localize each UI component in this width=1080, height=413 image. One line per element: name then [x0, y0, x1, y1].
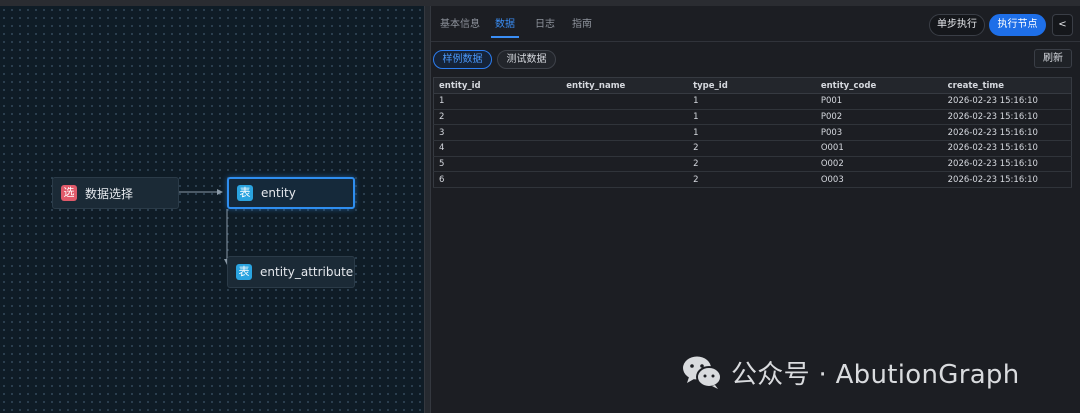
table-cell — [561, 171, 689, 189]
node-label: entity_attribute — [260, 265, 354, 279]
table-row[interactable]: 4 2 O001 2026-02-23 15:16:10 — [433, 140, 1072, 157]
refresh-button[interactable]: 刷新 — [1034, 49, 1072, 68]
table-cell: 3 — [433, 124, 562, 142]
table-row[interactable]: 1 1 P001 2026-02-23 15:16:10 — [433, 93, 1072, 110]
table-icon: 表 — [237, 185, 253, 201]
table-cell: 2026-02-23 15:16:10 — [942, 171, 1072, 189]
table-cell — [561, 140, 689, 157]
table-cell: P001 — [815, 93, 943, 110]
tab-basic-info[interactable]: 基本信息 — [440, 16, 480, 34]
table-cell — [561, 124, 689, 142]
table-cell: O001 — [815, 140, 943, 157]
collapse-button[interactable]: < — [1052, 14, 1073, 36]
node-data-select[interactable]: 选 数据选择 — [52, 177, 179, 209]
node-entity-attribute[interactable]: 表 entity_attribute — [227, 256, 355, 288]
column-header[interactable]: entity_code — [815, 77, 943, 94]
data-table: entity_id entity_name type_id entity_cod… — [433, 77, 1072, 189]
panel-tabs: 基本信息 数据 日志 指南 单步执行 执行节点 < — [431, 6, 1080, 42]
table-cell: 1 — [688, 93, 816, 110]
table-cell: 2026-02-23 15:16:10 — [942, 93, 1072, 110]
detail-panel: 基本信息 数据 日志 指南 单步执行 执行节点 < 样例数据 测试数据 刷新 e… — [431, 6, 1080, 413]
table-cell: 1 — [433, 93, 562, 110]
node-label: entity — [261, 186, 296, 200]
watermark-text: 公众号 · AbutionGraph — [731, 359, 1020, 390]
run-node-button[interactable]: 执行节点 — [989, 14, 1046, 36]
subtab-test-data[interactable]: 测试数据 — [497, 50, 556, 69]
table-cell: P002 — [815, 109, 943, 126]
flow-edges — [173, 189, 230, 265]
select-icon: 选 — [61, 185, 77, 201]
table-cell: P003 — [815, 124, 943, 142]
table-cell: O002 — [815, 156, 943, 173]
table-cell: 4 — [433, 140, 562, 157]
table-cell: 2026-02-23 15:16:10 — [942, 140, 1072, 157]
table-cell: 2026-02-23 15:16:10 — [942, 124, 1072, 142]
table-cell: 1 — [688, 109, 816, 126]
table-cell: 2 — [688, 171, 816, 189]
table-row[interactable]: 2 1 P002 2026-02-23 15:16:10 — [433, 109, 1072, 126]
wechat-icon — [683, 356, 722, 389]
table-icon: 表 — [236, 264, 252, 280]
column-header[interactable]: type_id — [688, 77, 816, 94]
panel-splitter[interactable] — [424, 6, 431, 413]
node-entity[interactable]: 表 entity — [227, 177, 355, 209]
tab-guide[interactable]: 指南 — [572, 16, 592, 34]
table-cell: 2 — [433, 109, 562, 126]
table-cell: 2026-02-23 15:16:10 — [942, 156, 1072, 173]
table-cell: 2026-02-23 15:16:10 — [942, 109, 1072, 126]
tab-data[interactable]: 数据 — [491, 16, 519, 38]
column-header[interactable]: entity_id — [433, 77, 562, 94]
table-cell — [561, 156, 689, 173]
table-header-row: entity_id entity_name type_id entity_cod… — [433, 77, 1072, 94]
table-cell — [561, 109, 689, 126]
table-cell: O003 — [815, 171, 943, 189]
table-cell: 2 — [688, 156, 816, 173]
tab-log[interactable]: 日志 — [535, 16, 555, 34]
column-header[interactable]: create_time — [942, 77, 1072, 94]
table-row[interactable]: 6 2 O003 2026-02-23 15:16:10 — [433, 171, 1072, 189]
step-run-button[interactable]: 单步执行 — [929, 14, 985, 36]
flow-canvas[interactable]: 选 数据选择 表 entity 表 entity_attribute — [0, 6, 424, 413]
table-cell: 6 — [433, 171, 562, 189]
table-cell — [561, 93, 689, 110]
watermark: 公众号 · AbutionGraph — [681, 352, 1020, 392]
column-header[interactable]: entity_name — [561, 77, 689, 94]
table-cell: 2 — [688, 140, 816, 157]
table-cell: 1 — [688, 124, 816, 142]
table-row[interactable]: 3 1 P003 2026-02-23 15:16:10 — [433, 124, 1072, 142]
table-row[interactable]: 5 2 O002 2026-02-23 15:16:10 — [433, 156, 1072, 173]
table-cell: 5 — [433, 156, 562, 173]
subtab-sample-data[interactable]: 样例数据 — [433, 50, 492, 69]
node-label: 数据选择 — [85, 186, 134, 201]
